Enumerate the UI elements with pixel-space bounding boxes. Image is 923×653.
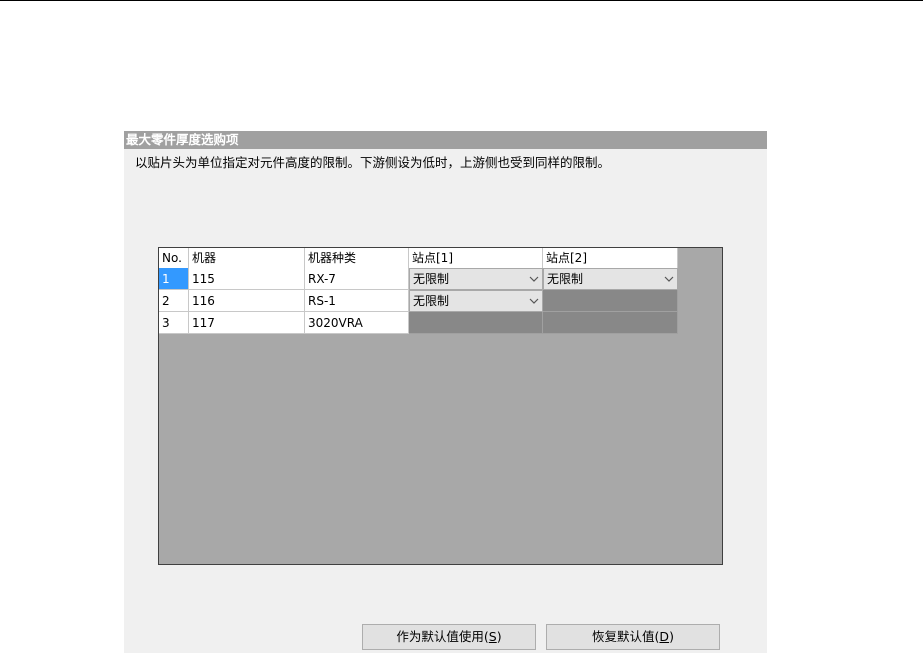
header-station-1: 站点[1] <box>409 248 543 268</box>
row-2-station-1-dropdown[interactable]: 无限制 <box>409 290 543 312</box>
row-1-station-1-dropdown[interactable]: 无限制 <box>409 268 543 290</box>
dialog-description: 以贴片头为单位指定对元件高度的限制。下游侧设为低时，上游侧也受到同样的限制。 <box>135 155 611 170</box>
chevron-down-icon <box>529 276 539 282</box>
row-3-no[interactable]: 3 <box>159 312 189 334</box>
row-3-station-1-disabled <box>409 312 543 334</box>
row-1-no[interactable]: 1 <box>159 268 189 290</box>
row-1-station-2-dropdown[interactable]: 无限制 <box>543 268 678 290</box>
restore-default-mnemonic: D <box>659 629 670 644</box>
header-machine: 机器 <box>189 248 305 268</box>
max-part-thickness-dialog: 最大零件厚度选购项 以贴片头为单位指定对元件高度的限制。下游侧设为低时，上游侧也… <box>124 131 767 653</box>
dialog-title: 最大零件厚度选购项 <box>124 131 767 149</box>
row-1-machine-type[interactable]: RX-7 <box>305 268 409 290</box>
machine-grid: No. 机器 机器种类 站点[1] 站点[2] 1 115 RX-7 无限制 无… <box>158 247 723 565</box>
top-border-line <box>0 0 923 1</box>
row-1-machine[interactable]: 115 <box>189 268 305 290</box>
chevron-down-icon <box>664 276 674 282</box>
restore-default-suffix: ) <box>669 629 674 644</box>
chevron-down-icon <box>529 298 539 304</box>
restore-default-button[interactable]: 恢复默认值(D) <box>546 624 720 650</box>
row-2-machine-type[interactable]: RS-1 <box>305 290 409 312</box>
row-1-station-2-value: 无限制 <box>547 272 584 286</box>
row-3-machine-type[interactable]: 3020VRA <box>305 312 409 334</box>
row-2-no[interactable]: 2 <box>159 290 189 312</box>
header-station-2: 站点[2] <box>543 248 678 268</box>
row-3-machine[interactable]: 117 <box>189 312 305 334</box>
use-as-default-suffix: ) <box>496 629 502 644</box>
row-2-station-2-disabled <box>543 290 678 312</box>
row-1-station-1-value: 无限制 <box>413 272 450 286</box>
restore-default-label: 恢复默认值( <box>592 629 660 644</box>
use-as-default-label: 作为默认值使用( <box>396 629 489 644</box>
row-2-machine[interactable]: 116 <box>189 290 305 312</box>
header-machine-type: 机器种类 <box>305 248 409 268</box>
row-3-station-2-disabled <box>543 312 678 334</box>
use-as-default-mnemonic: S <box>488 629 497 644</box>
row-2-station-1-value: 无限制 <box>413 294 450 308</box>
use-as-default-button[interactable]: 作为默认值使用(S) <box>362 624 536 650</box>
header-no: No. <box>159 248 189 268</box>
